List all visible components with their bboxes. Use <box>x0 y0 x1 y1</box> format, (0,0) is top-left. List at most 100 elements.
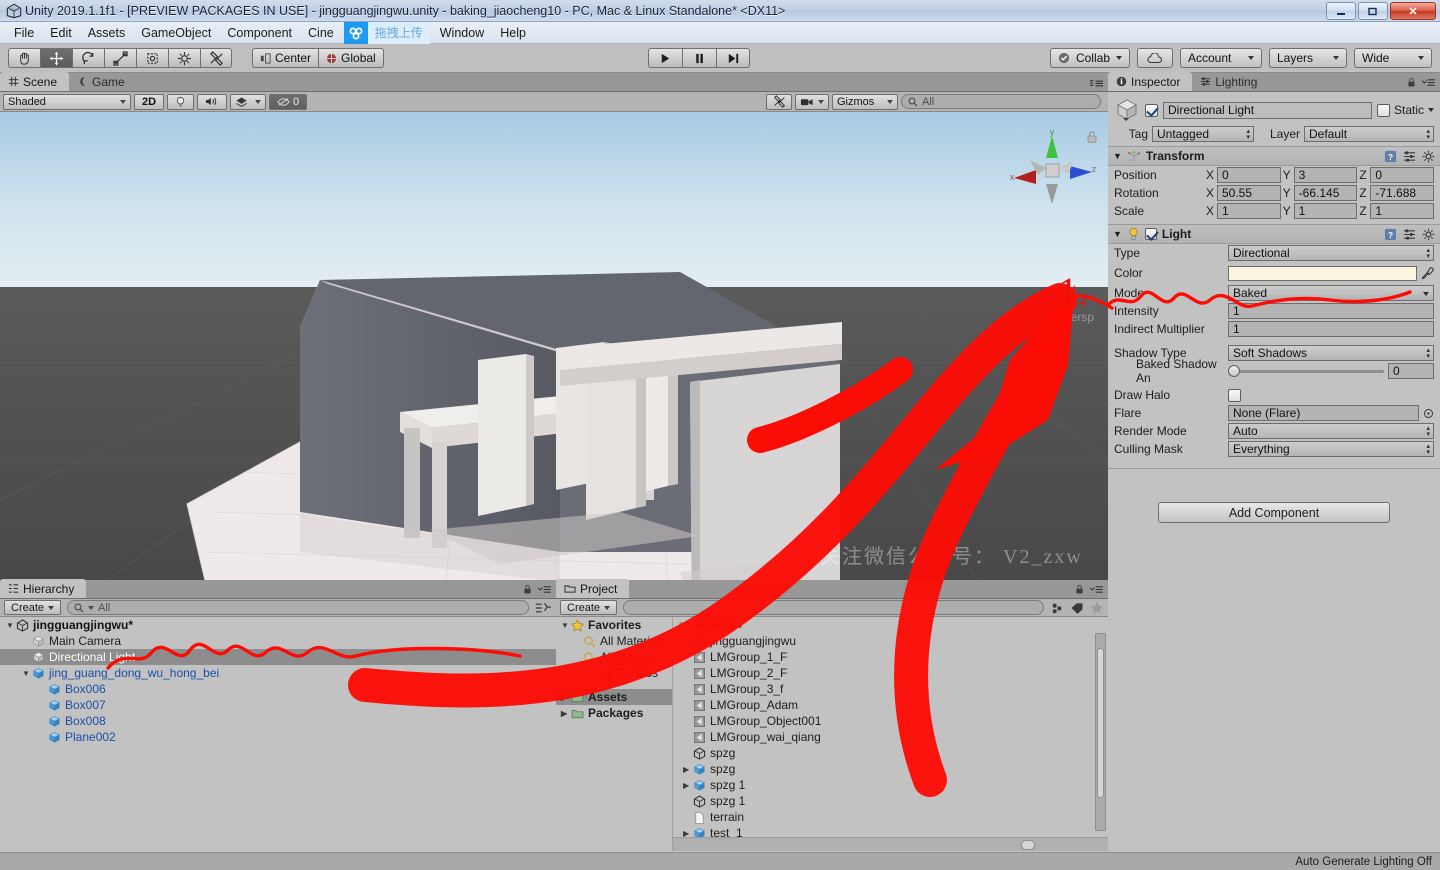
rect-tool-button[interactable] <box>136 48 168 68</box>
tab-hierarchy[interactable]: Hierarchy <box>0 579 87 598</box>
help-icon[interactable]: ? <box>1384 228 1397 241</box>
transform-scale-z-field[interactable]: 1 <box>1370 203 1435 219</box>
foldout-collapsed-icon[interactable]: ▶ <box>561 693 570 702</box>
light-component-header[interactable]: ▼ Light ? <box>1108 224 1440 244</box>
project-file-row[interactable]: spzg <box>673 745 1092 761</box>
scene-tab-options[interactable] <box>1089 78 1104 88</box>
transform-component-header[interactable]: ▼ Transform ? <box>1108 146 1440 166</box>
tab-lighting[interactable]: Lighting <box>1192 72 1269 91</box>
transform-position-y-field[interactable]: 3 <box>1293 167 1358 183</box>
lock-icon[interactable] <box>523 584 532 595</box>
panel-menu-icon[interactable] <box>1421 78 1436 87</box>
inspector-tab-options[interactable] <box>1407 77 1436 88</box>
scene-search-input[interactable]: All <box>901 94 1101 109</box>
scene-audio-toggle[interactable] <box>197 93 227 110</box>
project-search-input[interactable] <box>623 600 1044 615</box>
hierarchy-item-plane002[interactable]: Plane002 <box>0 729 556 745</box>
toggle-2d-button[interactable]: 2D <box>134 93 164 110</box>
layout-button[interactable]: Wide <box>1354 48 1432 68</box>
foldout-arrow-icon[interactable]: ▼ <box>1113 229 1122 239</box>
custom-editor-tool-button[interactable] <box>200 48 232 68</box>
collab-button[interactable]: Collab <box>1049 48 1130 68</box>
step-button[interactable] <box>716 48 750 68</box>
hierarchy-item-box007[interactable]: Box007 <box>0 697 556 713</box>
hierarchy-item-box008[interactable]: Box008 <box>0 713 556 729</box>
move-tool-button[interactable] <box>40 48 72 68</box>
project-tree-item-all-prefabs[interactable]: All Prefabs <box>556 665 672 681</box>
window-controls[interactable]: ✕ <box>1324 2 1436 20</box>
help-icon[interactable]: ? <box>1384 150 1397 163</box>
static-toggle-group[interactable]: Static <box>1376 103 1434 117</box>
cloud-services-button[interactable] <box>1137 48 1173 68</box>
light-intensity-field[interactable]: 1 <box>1228 303 1434 319</box>
lock-icon[interactable] <box>1407 77 1416 88</box>
render-mode-dropdown[interactable]: Auto ▴ ▾ <box>1228 423 1434 439</box>
project-tree-item-all-materials[interactable]: All Materials <box>556 633 672 649</box>
hierarchy-create-button[interactable]: Create <box>4 600 62 615</box>
tab-scene[interactable]: Scene <box>0 72 70 91</box>
project-file-row[interactable]: ▶ spzg <box>673 761 1092 777</box>
foldout-expanded-icon[interactable]: ▼ <box>22 669 31 678</box>
pivot-mode-button[interactable]: Center <box>252 48 319 68</box>
project-tree-item-favorites[interactable]: ▼ Favorites <box>556 617 672 633</box>
scene-fx-dropdown[interactable] <box>230 93 266 110</box>
filter-type-icon[interactable] <box>1050 602 1064 614</box>
scene-lighting-toggle[interactable] <box>167 93 194 110</box>
slider-knob[interactable] <box>1228 365 1240 377</box>
chevron-down-icon[interactable] <box>1428 108 1434 112</box>
project-file-row[interactable]: LMGroup_Object001 <box>673 713 1092 729</box>
hierarchy-item-box006[interactable]: Box006 <box>0 681 556 697</box>
hierarchy-search-input[interactable]: All <box>67 600 529 615</box>
project-horizontal-scrollbar[interactable] <box>673 837 1108 851</box>
scene-camera-dropdown[interactable] <box>795 93 829 110</box>
project-file-row[interactable]: terrain <box>673 809 1092 825</box>
hierarchy-item-directional-light[interactable]: Directional Light <box>0 649 556 665</box>
eyedropper-icon[interactable] <box>1421 266 1434 280</box>
draw-halo-checkbox[interactable] <box>1228 388 1241 402</box>
transform-position-x-field[interactable]: 0 <box>1217 167 1281 183</box>
transform-rotation-y-field[interactable]: -66.145 <box>1293 185 1358 201</box>
flare-field[interactable]: None (Flare) <box>1228 405 1419 421</box>
project-file-row[interactable]: LMGroup_3_f <box>673 681 1092 697</box>
light-color-swatch[interactable] <box>1228 265 1417 281</box>
gear-icon[interactable] <box>1422 228 1435 241</box>
light-shadow-type-dropdown[interactable]: Soft Shadows ▴ ▾ <box>1228 345 1434 361</box>
foldout-collapsed-icon[interactable]: ▶ <box>683 781 692 790</box>
menu-item-component[interactable]: Component <box>219 24 300 42</box>
lock-icon[interactable] <box>1086 130 1098 144</box>
scale-tool-button[interactable] <box>104 48 136 68</box>
project-file-row[interactable]: LMGroup_2_F <box>673 665 1092 681</box>
project-file-row[interactable]: LMGroup_1_F <box>673 649 1092 665</box>
tab-inspector[interactable]: Inspector <box>1108 72 1193 91</box>
project-favorites-tree[interactable]: ▼ Favorites All Materials All Models All Pre… <box>556 617 673 851</box>
gameobject-name-field[interactable]: Directional Light <box>1163 101 1372 119</box>
tab-project[interactable]: Project <box>556 579 630 598</box>
gear-icon[interactable] <box>1422 150 1435 163</box>
panel-menu-icon[interactable] <box>1089 585 1104 594</box>
transform-rotation-x-field[interactable]: 50.55 <box>1217 185 1281 201</box>
foldout-collapsed-icon[interactable]: ▶ <box>683 765 692 774</box>
play-button[interactable] <box>648 48 682 68</box>
project-tree-item-packages[interactable]: ▶ Packages <box>556 705 672 721</box>
panel-menu-icon[interactable] <box>537 585 552 594</box>
project-vertical-scrollbar[interactable] <box>1095 633 1106 831</box>
gameobject-active-checkbox[interactable] <box>1145 103 1158 117</box>
menu-item-gameobject[interactable]: GameObject <box>133 24 219 42</box>
project-breadcrumb[interactable]: Assets › <box>679 618 742 632</box>
hand-tool-button[interactable] <box>8 48 40 68</box>
project-tree-item-all-models[interactable]: All Models <box>556 649 672 665</box>
preset-icon[interactable] <box>1403 228 1416 240</box>
menu-item-edit[interactable]: Edit <box>42 24 80 42</box>
collab-upload-label[interactable]: 拖拽上传 <box>367 21 430 44</box>
project-tab-options[interactable] <box>1075 584 1104 595</box>
project-file-row[interactable]: LMGroup_Adam <box>673 697 1092 713</box>
project-create-button[interactable]: Create <box>560 600 618 615</box>
transform-scale-x-field[interactable]: 1 <box>1217 203 1281 219</box>
light-header-icons[interactable]: ? <box>1384 228 1435 241</box>
lock-icon[interactable] <box>1075 584 1084 595</box>
hierarchy-tab-options[interactable] <box>523 584 552 595</box>
account-button[interactable]: Account <box>1180 48 1262 68</box>
static-checkbox[interactable] <box>1376 103 1390 117</box>
menu-item-cinemachine[interactable]: Cine <box>300 24 342 42</box>
light-enabled-checkbox[interactable] <box>1144 228 1157 240</box>
